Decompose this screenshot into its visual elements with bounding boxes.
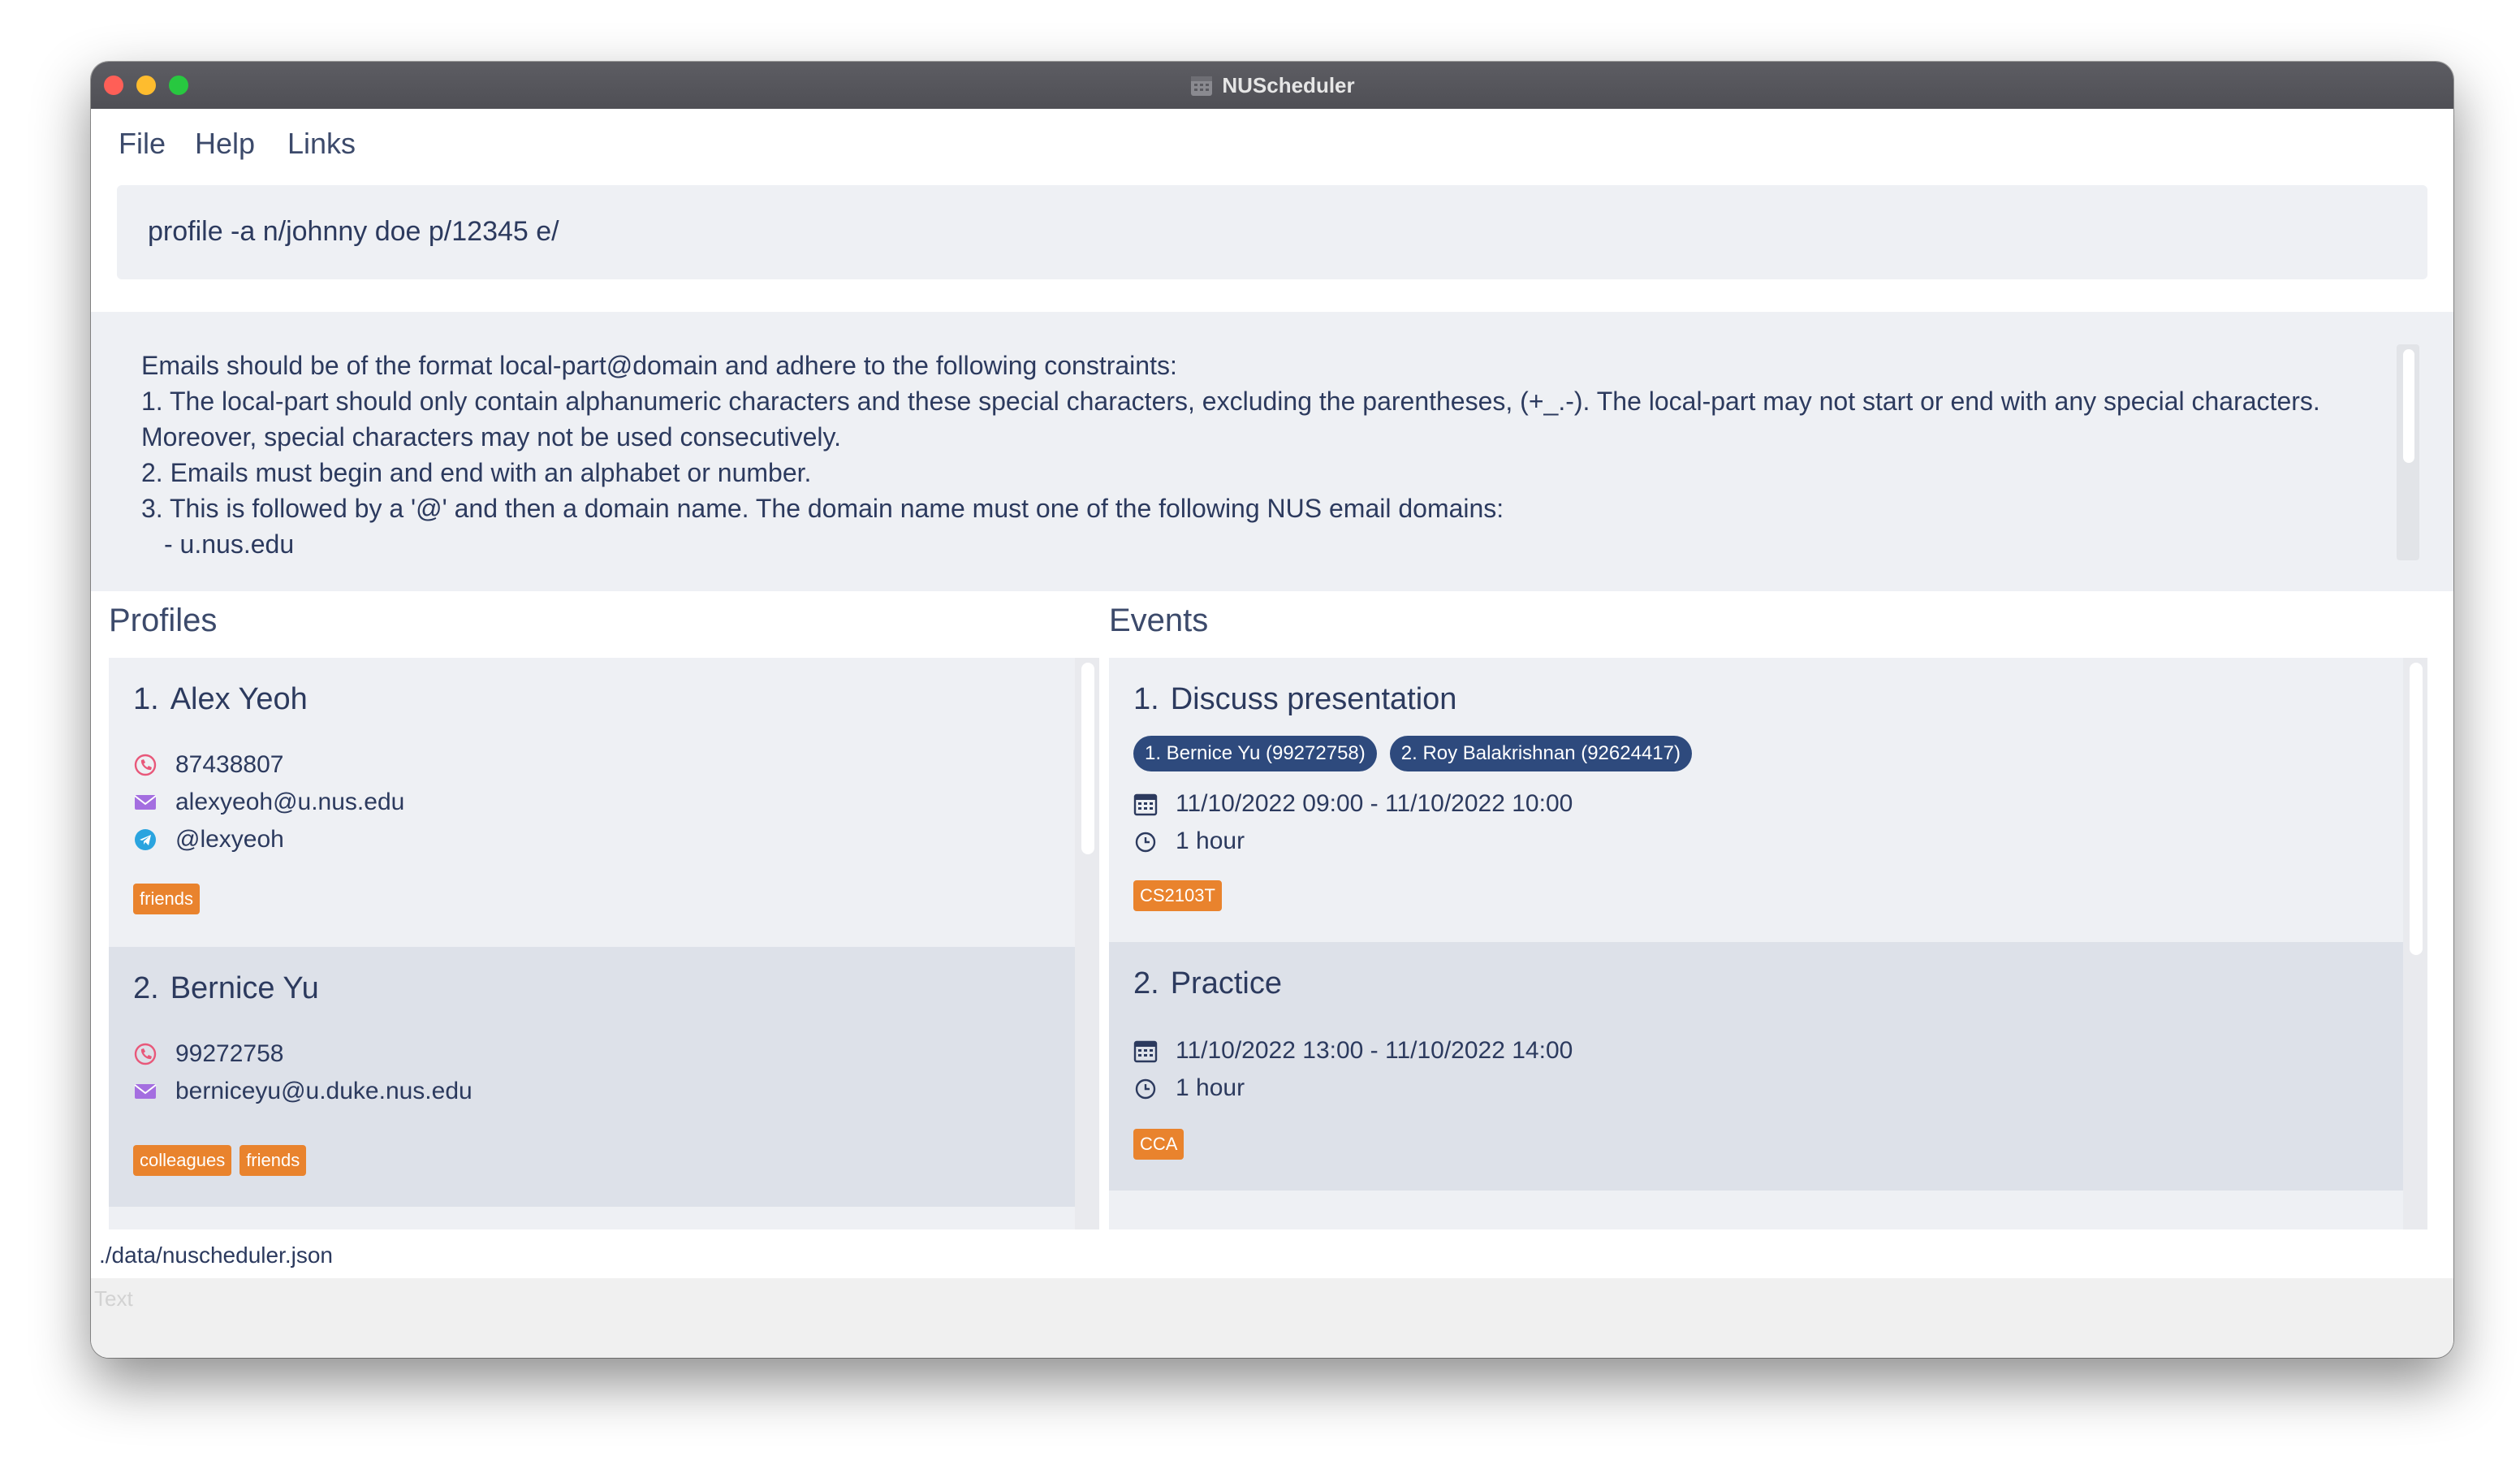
tag: friends	[239, 1145, 307, 1176]
event-index: 2.	[1133, 966, 1159, 1000]
result-line: - u.nus.edu	[164, 529, 295, 559]
profile-email: alexyeoh@u.nus.edu	[133, 786, 404, 819]
event-card[interactable]: 1. Discuss presentation 1. Bernice Yu (99…	[1109, 658, 2403, 942]
profile-phone: 87438807	[133, 749, 283, 781]
profile-email-text: berniceyu@u.duke.nus.edu	[175, 1078, 472, 1104]
calendar-icon	[1133, 1040, 1158, 1063]
result-line: Moreover, special characters may not be …	[141, 422, 842, 452]
window-title-text: NUScheduler	[1222, 72, 1355, 97]
profile-name-text: Bernice Yu	[170, 971, 319, 1005]
event-tags: CCA	[1133, 1129, 1184, 1160]
profile-telegram: @lexyeoh	[133, 823, 284, 856]
status-placeholder-text: Text	[94, 1286, 133, 1311]
event-card[interactable]	[1109, 1191, 2403, 1231]
event-list: 1. Discuss presentation 1. Bernice Yu (99…	[1109, 658, 2427, 1231]
calendar-icon	[1189, 73, 1214, 97]
profile-tags: friends	[133, 884, 201, 914]
result-line: 2. Emails must begin and end with an alp…	[141, 458, 812, 487]
email-icon	[134, 795, 157, 810]
result-scrollbar-thumb[interactable]	[2403, 349, 2414, 463]
profile-card[interactable]: 1. Alex Yeoh 87438807 alexyeoh@u.nus.edu …	[109, 658, 1075, 947]
menu-help[interactable]: Help	[195, 127, 255, 161]
profile-phone-text: 99272758	[175, 1040, 284, 1067]
result-scrollbar[interactable]	[2397, 344, 2419, 560]
event-title-text: Practice	[1170, 966, 1282, 1000]
title-bar: NUScheduler	[91, 62, 2453, 110]
profile-name: 1. Alex Yeoh	[133, 682, 308, 717]
window-title: NUScheduler	[91, 62, 2453, 109]
event-datetime: 11/10/2022 09:00 - 11/10/2022 10:00	[1133, 788, 1573, 820]
event-tags: CS2103T	[1133, 880, 1222, 911]
profile-index: 1.	[133, 682, 159, 716]
profile-name: 2. Bernice Yu	[133, 971, 319, 1006]
email-icon	[134, 1084, 157, 1099]
event-attendees: 1. Bernice Yu (99272758) 2. Roy Balakris…	[1133, 736, 1692, 771]
telegram-icon	[135, 829, 156, 850]
event-title: 2. Practice	[1133, 966, 1282, 1001]
clock-icon	[1135, 832, 1156, 853]
profile-tags: colleagues friends	[133, 1145, 307, 1176]
result-display: Emails should be of the format local-par…	[91, 312, 2453, 591]
profile-telegram-text: @lexyeoh	[175, 826, 284, 853]
attendee-badge: 1. Bernice Yu (99272758)	[1133, 736, 1377, 771]
event-card[interactable]: 2. Practice 11/10/2022 13:00 - 11/10/2022…	[1109, 942, 2403, 1191]
profile-list: 1. Alex Yeoh 87438807 alexyeoh@u.nus.edu …	[109, 658, 1099, 1231]
event-title: 1. Discuss presentation	[1133, 682, 1456, 717]
result-line: Emails should be of the format local-par…	[141, 351, 1177, 380]
event-duration: 1 hour	[1133, 1072, 1245, 1104]
phone-icon	[134, 1043, 157, 1065]
profile-card[interactable]	[109, 1207, 1075, 1231]
status-bar: ./data/nuscheduler.json Text	[91, 1229, 2453, 1358]
event-index: 1.	[1133, 682, 1159, 716]
event-datetime-text: 11/10/2022 13:00 - 11/10/2022 14:00	[1176, 1037, 1573, 1064]
event-duration-text: 1 hour	[1176, 1074, 1245, 1101]
result-message: Emails should be of the format local-par…	[141, 348, 2382, 562]
calendar-icon	[1133, 793, 1158, 816]
storage-path-text: ./data/nuscheduler.json	[99, 1242, 333, 1268]
menu-bar: File Help Links	[91, 109, 2453, 169]
profile-card[interactable]: 2. Bernice Yu 99272758 berniceyu@u.duke.n…	[109, 947, 1075, 1207]
command-input[interactable]: profile -a n/johnny doe p/12345 e/	[117, 185, 2427, 279]
app-window: NUScheduler File Help Links profile -a n…	[91, 62, 2453, 1358]
tag: CS2103T	[1133, 880, 1222, 911]
profile-email: berniceyu@u.duke.nus.edu	[133, 1075, 472, 1108]
profile-index: 2.	[133, 971, 159, 1005]
event-datetime-text: 11/10/2022 09:00 - 11/10/2022 10:00	[1176, 790, 1573, 817]
event-duration: 1 hour	[1133, 825, 1245, 858]
menu-file[interactable]: File	[119, 127, 166, 161]
result-line: 1. The local-part should only contain al…	[141, 387, 2320, 416]
profile-phone: 99272758	[133, 1038, 283, 1070]
profiles-heading: Profiles	[109, 603, 218, 638]
profile-list-scrollbar[interactable]	[1075, 658, 1099, 1231]
profile-list-scrollbar-thumb[interactable]	[1081, 663, 1094, 854]
event-duration-text: 1 hour	[1176, 828, 1245, 854]
phone-icon	[134, 754, 157, 776]
tag: CCA	[1133, 1129, 1184, 1160]
storage-path: ./data/nuscheduler.json	[91, 1229, 2453, 1278]
result-line: 3. This is followed by a '@' and then a …	[141, 494, 1504, 523]
profile-name-text: Alex Yeoh	[170, 682, 308, 716]
event-list-scrollbar-thumb[interactable]	[2410, 663, 2423, 955]
events-heading: Events	[1109, 603, 1209, 638]
event-list-scrollbar[interactable]	[2403, 658, 2427, 1231]
tag: colleagues	[133, 1145, 232, 1176]
profile-email-text: alexyeoh@u.nus.edu	[175, 789, 405, 815]
command-input-text[interactable]: profile -a n/johnny doe p/12345 e/	[148, 216, 559, 248]
tag: friends	[133, 884, 201, 914]
menu-links[interactable]: Links	[287, 127, 356, 161]
event-title-text: Discuss presentation	[1170, 682, 1457, 716]
event-datetime: 11/10/2022 13:00 - 11/10/2022 14:00	[1133, 1035, 1573, 1067]
attendee-badge: 2. Roy Balakrishnan (92624417)	[1389, 736, 1692, 771]
clock-icon	[1135, 1078, 1156, 1100]
profile-phone-text: 87438807	[175, 751, 284, 778]
